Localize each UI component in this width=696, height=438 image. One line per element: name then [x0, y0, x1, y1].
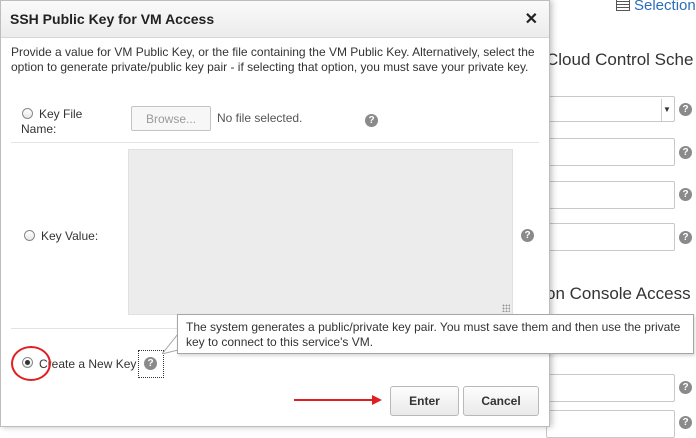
section-heading-console: on Console Access — [546, 284, 691, 303]
annotation-circle — [11, 346, 51, 381]
divider — [11, 142, 539, 143]
help-icon[interactable]: ? — [365, 114, 378, 127]
help-icon[interactable]: ? — [679, 146, 692, 159]
help-icon[interactable]: ? — [679, 188, 692, 201]
background-input[interactable] — [546, 223, 675, 251]
selection-label: Selection — [634, 0, 696, 14]
help-icon[interactable]: ? — [679, 416, 692, 429]
ssh-key-dialog: SSH Public Key for VM Access ✕ Provide a… — [0, 0, 550, 427]
section-heading-scheme: Cloud Control Sche — [546, 50, 694, 69]
key-file-radio[interactable] — [22, 108, 33, 119]
key-value-textarea[interactable] — [128, 149, 513, 315]
new-key-label: Create a New Key — [39, 357, 137, 371]
background-input[interactable] — [546, 181, 675, 209]
grid-icon — [616, 0, 630, 11]
dialog-header: SSH Public Key for VM Access ✕ — [1, 1, 549, 38]
dialog-description: Provide a value for VM Public Key, or th… — [11, 45, 535, 74]
key-file-label-line2: Name: — [21, 122, 57, 136]
file-status: No file selected. — [217, 111, 303, 125]
resize-grip-icon[interactable] — [502, 304, 510, 312]
browse-button[interactable]: Browse... — [131, 106, 211, 131]
key-file-label-line1: Key File — [39, 107, 83, 121]
help-icon[interactable]: ? — [679, 381, 692, 394]
annotation-arrow-icon — [294, 395, 382, 405]
dialog-title: SSH Public Key for VM Access — [10, 11, 215, 27]
enter-button[interactable]: Enter — [390, 386, 459, 416]
help-icon[interactable]: ? — [521, 229, 534, 242]
selection-link[interactable]: Selection — [616, 0, 696, 14]
background-input[interactable] — [546, 410, 675, 438]
help-icon[interactable]: ? — [144, 357, 157, 370]
scheme-select[interactable]: ▼ — [546, 96, 675, 122]
help-tooltip: The system generates a public/private ke… — [177, 314, 694, 354]
key-value-label: Key Value: — [41, 229, 99, 243]
key-value-radio[interactable] — [24, 230, 35, 241]
help-icon[interactable]: ? — [679, 231, 692, 244]
cancel-button[interactable]: Cancel — [463, 386, 539, 416]
close-icon[interactable]: ✕ — [525, 9, 538, 29]
help-icon[interactable]: ? — [679, 103, 692, 116]
chevron-down-icon: ▼ — [661, 99, 672, 121]
background-input[interactable] — [546, 374, 675, 402]
background-input[interactable] — [546, 138, 675, 166]
